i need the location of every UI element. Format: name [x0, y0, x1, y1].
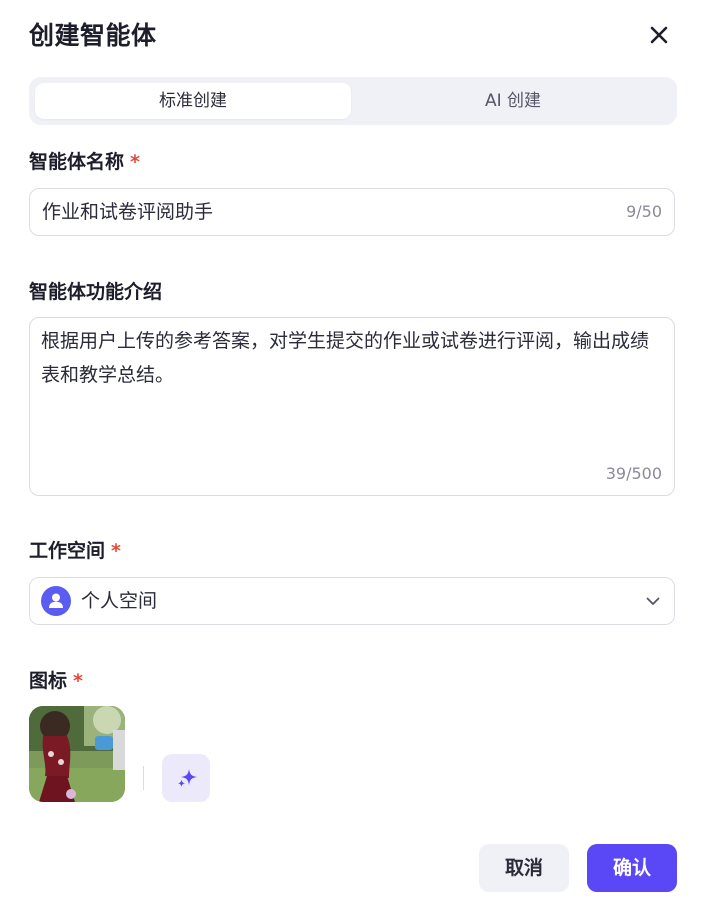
dialog-title: 创建智能体 — [29, 21, 157, 50]
agent-name-value: 作业和试卷评阅助手 — [42, 201, 214, 223]
sparkle-icon — [177, 769, 197, 788]
agent-description-value: 根据用户上传的参考答案，对学生提交的作业或试卷进行评阅，输出成绩表和教学总结。 — [41, 330, 650, 386]
cancel-button[interactable]: 取消 — [479, 844, 569, 892]
agent-icon-image[interactable] — [29, 706, 125, 802]
agent-name-label-text: 智能体名称 — [29, 151, 125, 173]
close-button[interactable] — [644, 20, 674, 50]
workspace-select[interactable]: 个人空间 — [29, 577, 675, 625]
agent-name-char-counter: 9/50 — [626, 202, 662, 221]
required-mark: * — [130, 151, 140, 173]
agent-description-label: 智能体功能介绍 — [29, 277, 162, 304]
icon-divider — [143, 766, 144, 790]
workspace-label-text: 工作空间 — [29, 540, 106, 562]
agent-description-textarea[interactable]: 根据用户上传的参考答案，对学生提交的作业或试卷进行评阅，输出成绩表和教学总结。 … — [29, 317, 675, 496]
agent-description-label-text: 智能体功能介绍 — [29, 281, 163, 303]
agent-photo — [29, 706, 125, 802]
create-agent-dialog: 创建智能体 标准创建 AI 创建 智能体名称 * 作业和试卷评阅助手 9/50 智… — [0, 0, 710, 910]
chevron-down-icon — [646, 597, 660, 605]
confirm-button[interactable]: 确认 — [587, 844, 677, 892]
workspace-selected-value: 个人空间 — [81, 590, 158, 612]
close-icon — [650, 26, 668, 44]
icon-label: 图标 * — [29, 666, 83, 693]
required-mark: * — [73, 670, 83, 692]
workspace-label: 工作空间 * — [29, 536, 121, 563]
user-icon — [49, 593, 63, 608]
agent-name-label: 智能体名称 * — [29, 147, 140, 174]
icon-label-text: 图标 — [29, 670, 68, 692]
agent-name-input[interactable]: 作业和试卷评阅助手 9/50 — [29, 188, 675, 236]
tab-ai-create[interactable]: AI 创建 — [355, 83, 671, 119]
required-mark: * — [111, 540, 121, 562]
tab-standard-create[interactable]: 标准创建 — [35, 83, 351, 119]
workspace-avatar — [41, 586, 71, 616]
ai-generate-icon-button[interactable] — [162, 754, 210, 802]
creation-mode-tabs: 标准创建 AI 创建 — [29, 77, 677, 125]
agent-description-char-counter: 39/500 — [605, 464, 662, 483]
